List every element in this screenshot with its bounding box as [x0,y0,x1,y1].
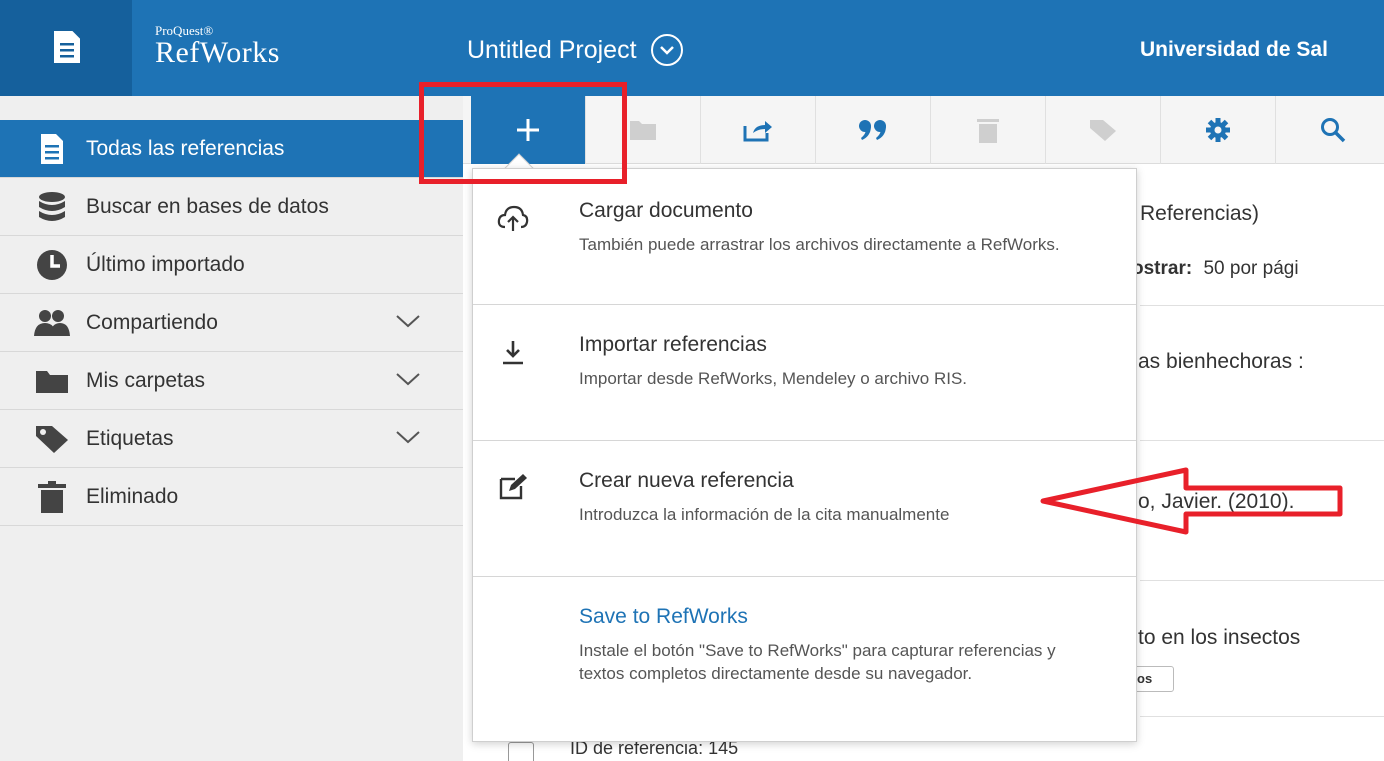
sidebar-item-buscar-en-bases-de-datos[interactable]: Buscar en bases de datos [0,178,463,236]
menu-item-title: Importar referencias [579,333,767,356]
sidebar-item-eliminado[interactable]: Eliminado [0,468,463,526]
tag-button[interactable] [1046,96,1161,164]
annotation-arrow [1040,467,1343,535]
cloud-upload-icon [497,205,529,231]
menu-item-cargar-documento[interactable]: Cargar documento También puede arrastrar… [473,169,1136,305]
per-page-select[interactable]: 50 por pági [1203,258,1298,279]
menu-item-description: Introduzca la información de la cita man… [579,505,950,524]
database-icon [32,187,72,227]
refworks-logo[interactable]: ProQuest® RefWorks [155,24,280,69]
menu-item-title: Save to RefWorks [579,605,748,628]
divider [1140,305,1384,306]
quote-icon [859,120,886,140]
clock-icon [32,245,72,285]
divider [1140,440,1384,441]
sidebar-item-label: Compartiendo [86,310,218,334]
divider [1140,716,1384,717]
show-label: ostrar: [1132,258,1193,279]
sidebar-item-label: Mis carpetas [86,368,206,392]
sidebar-item-label: Buscar en bases de datos [86,194,329,218]
reference-checkbox[interactable] [508,742,534,761]
highlight-box [419,82,627,184]
menu-item-description: Instale el botón "Save to RefWorks" para… [579,641,1056,683]
project-selector[interactable]: Untitled Project [467,34,683,66]
sidebar-item-todas-las-referencias[interactable]: Todas las referencias [0,120,463,178]
app-menu-button[interactable] [0,0,132,96]
trash-icon [32,477,72,517]
gear-icon [1206,118,1230,142]
menu-item-save-to-refworks[interactable]: Save to RefWorks Instale el botón "Save … [473,577,1136,743]
tag-icon [1090,120,1116,141]
sidebar-item-mis-carpetas[interactable]: Mis carpetas [0,352,463,410]
download-icon [503,341,523,365]
document-icon [32,129,72,169]
sidebar-item-label: Último importado [86,252,245,276]
university-name[interactable]: Universidad de Sal [1140,38,1328,62]
document-icon [54,31,80,63]
delete-button[interactable] [931,96,1046,164]
project-title: Untitled Project [467,35,637,64]
sidebar-item-etiquetas[interactable]: Etiquetas [0,410,463,468]
sidebar-item-ultimo-importado[interactable]: Último importado [0,236,463,294]
sidebar-item-label: Etiquetas [86,426,174,450]
app-header: ProQuest® RefWorks Untitled Project Univ… [0,0,1384,96]
show-options: ostrar: 50 por pági [1132,258,1299,280]
share-button[interactable] [701,96,816,164]
menu-item-description: También puede arrastrar los archivos dir… [579,235,1060,254]
logo-refworks: RefWorks [155,36,280,69]
search-button[interactable] [1276,96,1384,164]
menu-item-description: Importar desde RefWorks, Mendeley o arch… [579,369,968,388]
search-icon [1321,118,1346,143]
folder-icon [630,121,656,140]
people-icon [32,303,72,343]
reference-title[interactable]: as bienhechoras : [1138,350,1304,374]
folder-icon [32,361,72,401]
share-icon [743,121,772,142]
add-menu-dropdown: Cargar documento También puede arrastrar… [472,168,1137,742]
cite-button[interactable] [816,96,931,164]
menu-item-title: Crear nueva referencia [579,469,794,492]
edit-icon [499,474,527,500]
sidebar-item-label: Todas las referencias [86,136,285,160]
menu-item-title: Cargar documento [579,199,753,222]
tag-icon [32,419,72,459]
chevron-down-icon[interactable] [395,314,421,333]
sidebar: Todas las referencias Buscar en bases de… [0,96,463,761]
menu-item-importar-referencias[interactable]: Importar referencias Importar desde RefW… [473,305,1136,441]
chevron-down-icon[interactable] [395,372,421,391]
sidebar-item-compartiendo[interactable]: Compartiendo [0,294,463,352]
chevron-down-icon[interactable] [395,430,421,449]
menu-item-crear-nueva-referencia[interactable]: Crear nueva referencia Introduzca la inf… [473,441,1136,577]
trash-icon [977,119,999,143]
reference-count: Referencias) [1140,202,1260,225]
reference-title[interactable]: to en los insectos [1138,626,1300,650]
divider [1140,580,1384,581]
sidebar-item-label: Eliminado [86,484,179,508]
settings-button[interactable] [1161,96,1276,164]
chevron-down-icon[interactable] [650,34,683,66]
